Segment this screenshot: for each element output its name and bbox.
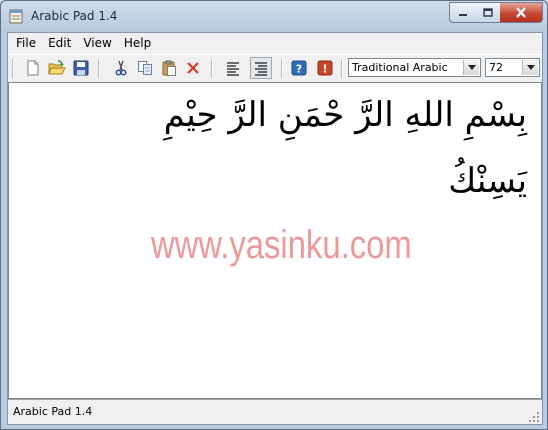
align-left-icon — [227, 62, 239, 76]
delete-button[interactable] — [182, 57, 204, 79]
text-editor[interactable]: بِسْمِ اللهِ الرَّ حْمَنِ الرَّ حِيْمِ ي… — [8, 82, 542, 399]
menu-file[interactable]: File — [8, 33, 42, 53]
toolbar-separator — [98, 59, 100, 78]
watermark: www.yasinku.com — [151, 223, 412, 267]
svg-text:?: ? — [296, 63, 302, 76]
close-button[interactable] — [500, 2, 543, 23]
help-icon: ? — [291, 60, 307, 76]
editor-text-line-1[interactable]: بِسْمِ اللهِ الرَّ حْمَنِ الرَّ حِيْمِ — [164, 95, 527, 135]
new-file-icon — [27, 60, 39, 76]
new-button[interactable] — [22, 57, 44, 79]
open-folder-icon — [48, 60, 66, 75]
minimize-button[interactable] — [449, 2, 477, 23]
window-title: Arabic Pad 1.4 — [31, 9, 118, 23]
title-bar[interactable]: Arabic Pad 1.4 — [1, 1, 547, 31]
help-button[interactable]: ? — [288, 57, 310, 79]
minimize-icon — [459, 13, 467, 16]
copy-button[interactable] — [134, 57, 156, 79]
toolbar-separator — [281, 59, 283, 78]
paste-button[interactable] — [158, 57, 180, 79]
menu-edit[interactable]: Edit — [42, 33, 77, 53]
copy-icon — [138, 61, 152, 75]
open-button[interactable] — [46, 57, 68, 79]
maximize-button[interactable] — [475, 2, 501, 23]
cut-button[interactable] — [110, 57, 132, 79]
menu-help[interactable]: Help — [118, 33, 157, 53]
align-left-button[interactable] — [222, 57, 244, 79]
app-window: Arabic Pad 1.4 File Edit View Help ? ! T… — [0, 0, 548, 430]
align-right-button[interactable] — [250, 57, 272, 79]
size-dropdown-arrow[interactable] — [522, 60, 538, 75]
svg-text:!: ! — [322, 63, 327, 76]
resize-grip-icon[interactable] — [528, 411, 540, 423]
align-right-icon — [255, 62, 267, 76]
font-select[interactable]: Traditional Arabic — [348, 58, 481, 77]
save-button[interactable] — [70, 57, 92, 79]
paste-clipboard-icon — [162, 60, 176, 76]
close-icon — [516, 7, 526, 18]
chevron-down-icon — [526, 65, 535, 70]
notepad-app-icon — [9, 9, 23, 24]
status-bar: Arabic Pad 1.4 — [8, 399, 542, 425]
about-button[interactable]: ! — [314, 57, 336, 79]
toolbar-grip — [12, 59, 14, 78]
delete-x-icon — [187, 62, 199, 74]
maximize-icon — [482, 8, 493, 17]
cut-scissors-icon — [115, 60, 127, 76]
about-icon: ! — [317, 60, 333, 76]
status-text: Arabic Pad 1.4 — [13, 405, 93, 418]
font-dropdown-arrow[interactable] — [463, 60, 479, 75]
size-select[interactable]: 72 — [485, 58, 540, 77]
toolbar-separator — [211, 59, 213, 78]
editor-text-line-2[interactable]: يَسِنْكُ — [448, 161, 527, 201]
menu-view[interactable]: View — [77, 33, 117, 53]
toolbar-separator — [341, 59, 343, 78]
save-disk-icon — [73, 60, 89, 76]
toolbar: ? ! Traditional Arabic 72 — [8, 54, 542, 82]
menu-bar: File Edit View Help — [8, 33, 542, 53]
size-select-value: 72 — [489, 61, 503, 74]
chevron-down-icon — [467, 65, 476, 70]
client-area: File Edit View Help ? ! Traditional Arab… — [7, 32, 543, 425]
font-select-value: Traditional Arabic — [352, 61, 448, 74]
